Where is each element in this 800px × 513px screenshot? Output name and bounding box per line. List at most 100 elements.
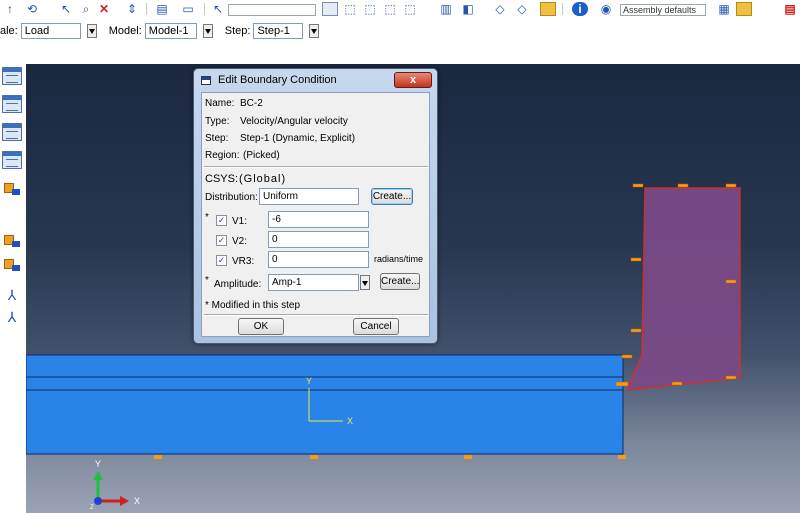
folder-icon[interactable]	[540, 2, 556, 16]
arrow-up-icon[interactable]: ↑	[2, 2, 18, 16]
module-toolbox: ⅄ ⅄	[0, 64, 26, 513]
module-combo[interactable]: Load	[20, 22, 81, 39]
v2-field[interactable]: 0	[268, 231, 369, 248]
amplitude-combo[interactable]: Amp-1	[268, 274, 359, 291]
triad-y-head	[93, 471, 103, 480]
step-combo[interactable]: Step-1	[253, 22, 304, 39]
name-row: Name: BC-2	[205, 98, 263, 109]
viewport-table-icon[interactable]	[2, 67, 22, 85]
bottom-bc-markers	[154, 455, 626, 459]
view-front-icon[interactable]: ⬚	[342, 2, 358, 16]
distribution-field[interactable]: Uniform	[259, 188, 359, 205]
assembly-defaults-field[interactable]: Assembly defaults	[620, 4, 706, 16]
step-label: Step:	[224, 24, 251, 37]
create-load-icon[interactable]	[2, 232, 22, 250]
step-dropdown-arrow-icon[interactable]	[309, 23, 320, 38]
ok-button[interactable]: OK	[238, 318, 284, 335]
model-combo[interactable]: Model-1	[144, 22, 197, 39]
distribution-create-button[interactable]: Create...	[371, 188, 413, 205]
selection-filter-field[interactable]	[228, 4, 316, 16]
region-row: Region: (Picked)	[205, 150, 280, 161]
triad-x-head	[120, 496, 129, 506]
close-icon: x	[409, 74, 417, 86]
face-icon[interactable]: ◇	[514, 2, 530, 16]
view-top-icon[interactable]: ⬚	[402, 2, 418, 16]
csys-label: CSYS:	[205, 173, 239, 185]
zoom-box-icon[interactable]: ✕	[96, 2, 112, 16]
modified-asterisk: *	[205, 212, 209, 223]
local-x-label: X	[347, 416, 353, 426]
rotate-icon[interactable]: ⟲	[24, 2, 40, 16]
v2-label: V2:	[232, 236, 248, 247]
view-iso-icon[interactable]: ⬚	[382, 2, 398, 16]
load-manager-icon[interactable]	[2, 95, 22, 113]
context-bar: ale: Load Model: Model-1 Step: Step-1	[0, 21, 800, 40]
predefined-field-icon[interactable]	[2, 151, 22, 169]
v1-field[interactable]: -6	[268, 211, 369, 228]
csys-row: CSYS:(Global)	[205, 173, 286, 185]
window-app-icon	[201, 76, 211, 85]
close-button[interactable]: x	[394, 72, 432, 88]
query-icon[interactable]: ◉	[598, 2, 614, 16]
module-label: ale:	[0, 24, 18, 37]
amplitude-create-button[interactable]: Create...	[380, 273, 420, 290]
v1-checkbox[interactable]: ✓	[216, 215, 227, 226]
display-group-icon[interactable]: ▤	[782, 2, 798, 16]
toolbar-icon-row: ↑ ⟲ ↖ ⌕ ✕ ⇕ ▤ ▭ ↖ ⬚ ⬚ ⬚ ⬚ ▥ ◧ ◇ ◇ i ◉ As…	[0, 0, 800, 20]
module-dropdown-arrow-icon[interactable]	[86, 23, 97, 38]
color-code-icon[interactable]: ▦	[716, 2, 732, 16]
csys-triad-icon[interactable]: ⅄	[2, 308, 22, 326]
triad-x-label: X	[134, 496, 140, 506]
vr3-unit: radians/time	[374, 254, 424, 264]
amplitude-label: Amplitude:	[214, 279, 262, 290]
cancel-button[interactable]: Cancel	[353, 318, 399, 335]
select-icon[interactable]: ↖	[210, 2, 226, 16]
step-value: Step-1 (Dynamic, Explicit)	[240, 133, 356, 144]
region-label: Region:	[205, 150, 240, 161]
name-label: Name:	[205, 98, 235, 109]
view-side-icon[interactable]: ⬚	[362, 2, 378, 16]
region-value: (Picked)	[243, 150, 280, 161]
amplitude-dropdown-arrow-icon[interactable]	[360, 275, 370, 290]
picked-region[interactable]	[625, 187, 741, 391]
datum-csys-icon[interactable]: ⅄	[2, 286, 22, 304]
color-folder-icon[interactable]	[736, 2, 752, 16]
vr3-field[interactable]: 0	[268, 251, 369, 268]
toolbar-separator	[146, 3, 147, 15]
separator	[204, 314, 428, 316]
model-dropdown-arrow-icon[interactable]	[202, 23, 213, 38]
triad-z-label: Z	[90, 505, 94, 511]
triad-z-dot	[94, 497, 102, 505]
local-y-label: Y	[306, 376, 312, 386]
dialog-body: Name: BC-2 Type: Velocity/Angular velocity…	[201, 92, 430, 337]
type-row: Type: Velocity/Angular velocity	[205, 116, 348, 127]
vr3-label: VR3:	[232, 256, 255, 267]
dialog-title: Edit Boundary Condition	[218, 74, 337, 86]
middle-plate[interactable]	[26, 376, 624, 391]
zoom-icon[interactable]: ⌕	[78, 2, 94, 16]
vr3-checkbox[interactable]: ✓	[216, 255, 227, 266]
print-icon[interactable]: ▭	[180, 2, 196, 16]
distribution-label: Distribution:	[205, 192, 258, 203]
bc-manager-icon[interactable]	[2, 123, 22, 141]
info-icon[interactable]: i	[572, 2, 588, 16]
csys-value: (Global)	[239, 173, 287, 185]
shading-icon[interactable]: ◧	[460, 2, 476, 16]
edit-boundary-condition-dialog[interactable]: Edit Boundary Condition x Name: BC-2 Type…	[193, 68, 438, 344]
create-bc-icon[interactable]	[2, 180, 22, 198]
type-label: Type:	[205, 116, 230, 127]
render-style-icon[interactable]: ▥	[438, 2, 454, 16]
triad-y-label: Y	[95, 459, 101, 469]
model-label: Model:	[108, 24, 142, 37]
create-interaction-icon[interactable]	[2, 256, 22, 274]
step-row: Step: Step-1 (Dynamic, Explicit)	[205, 133, 355, 144]
upper-plate[interactable]	[26, 354, 624, 378]
pan-icon[interactable]: ↖	[58, 2, 74, 16]
edge-icon[interactable]: ◇	[492, 2, 508, 16]
fit-view-icon[interactable]: ⇕	[124, 2, 140, 16]
render-icon[interactable]: ▤	[154, 2, 170, 16]
toolbar-separator	[562, 3, 563, 15]
lower-plate[interactable]	[26, 389, 624, 455]
view-cube-icon[interactable]	[322, 2, 338, 16]
v2-checkbox[interactable]: ✓	[216, 235, 227, 246]
